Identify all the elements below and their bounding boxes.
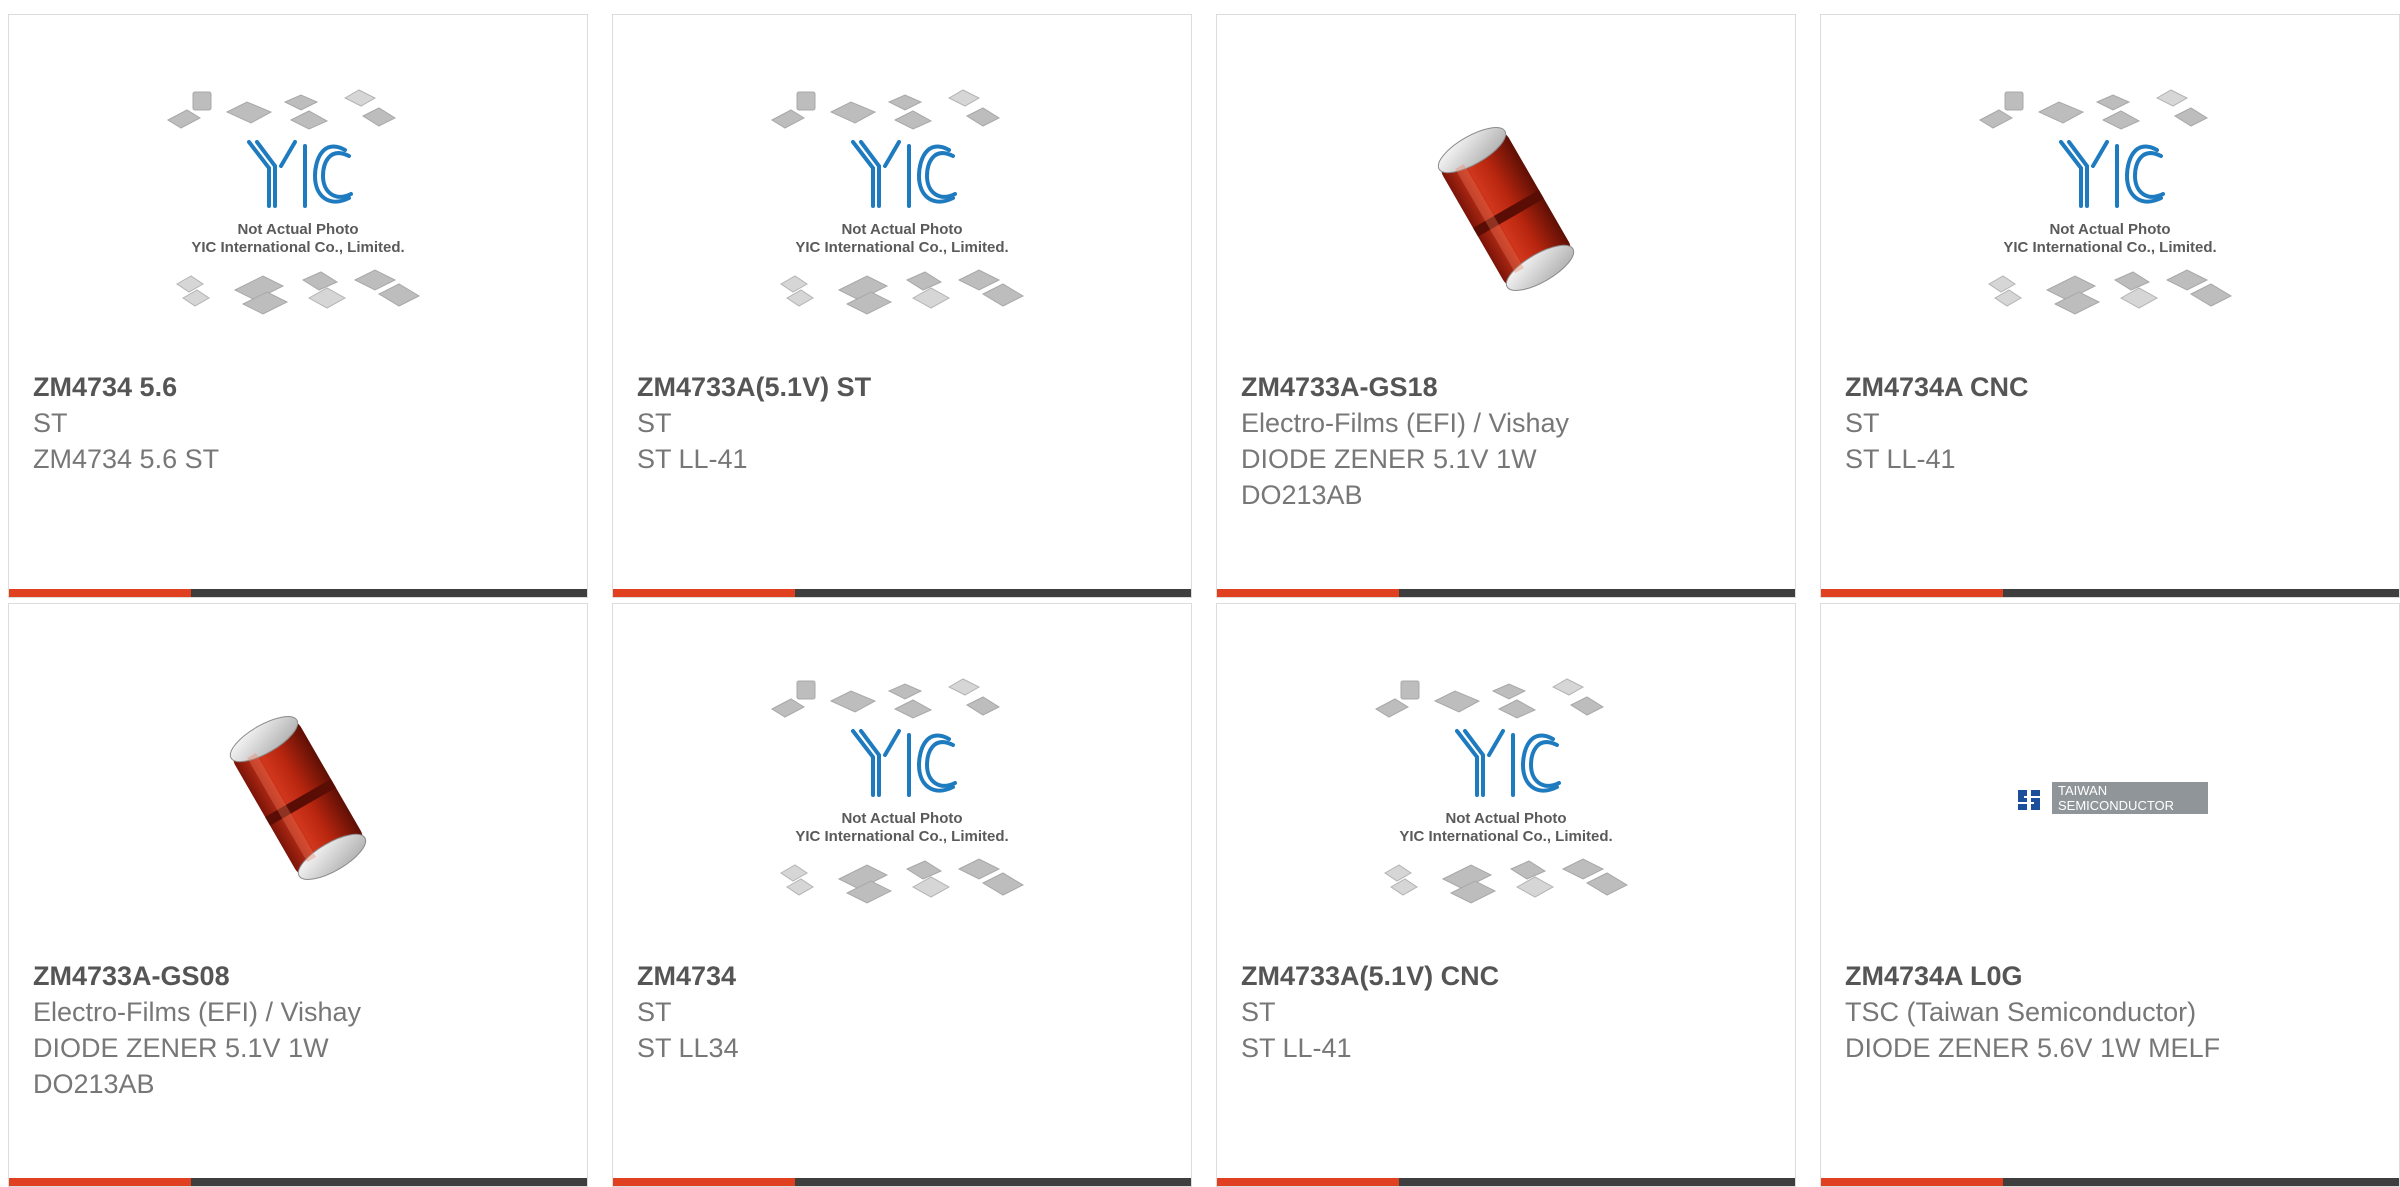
yic-logo: [2059, 140, 2165, 208]
product-card[interactable]: ZM4733A-GS08 Electro-Films (EFI) / Visha…: [8, 603, 588, 1187]
chip-cluster-icon: [780, 858, 1025, 904]
product-info: ZM4733A-GS08 Electro-Films (EFI) / Visha…: [33, 958, 563, 1102]
yic-logo: [1455, 729, 1561, 797]
product-manufacturer: ST: [637, 997, 672, 1027]
product-info: ZM4734A L0G TSC (Taiwan Semiconductor) D…: [1845, 958, 2375, 1066]
yic-logo: [851, 140, 957, 208]
placeholder-caption: Not Actual Photo: [1445, 810, 1566, 827]
placeholder-caption: Not Actual Photo: [2049, 221, 2170, 238]
product-manufacturer: Electro-Films (EFI) / Vishay: [1241, 408, 1570, 438]
product-title[interactable]: ZM4734A CNC: [1845, 369, 2375, 405]
placeholder-caption: Not Actual Photo: [841, 810, 962, 827]
product-description: ST LL-41: [1241, 1033, 1352, 1063]
product-manufacturer: ST: [637, 408, 672, 438]
card-accent-bar: [9, 1178, 587, 1186]
product-info: ZM4734 ST ST LL34: [637, 958, 1167, 1066]
product-title[interactable]: ZM4733A(5.1V) ST: [637, 369, 1167, 405]
not-actual-photo-placeholder: Not Actual Photo YIC International Co., …: [1978, 89, 2233, 315]
product-title[interactable]: ZM4734 5.6: [33, 369, 563, 405]
melf-diode-photo: [229, 716, 367, 880]
product-title[interactable]: ZM4733A-GS08: [33, 958, 563, 994]
product-info: ZM4733A(5.1V) CNC ST ST LL-41: [1241, 958, 1771, 1066]
not-actual-photo-placeholder: Not Actual Photo YIC International Co., …: [770, 678, 1025, 904]
placeholder-caption: Not Actual Photo: [237, 221, 358, 238]
chip-cluster-icon: [770, 89, 1001, 130]
tsc-emblem-icon: [2012, 782, 2048, 814]
placeholder-company: YIC International Co., Limited.: [191, 239, 404, 256]
taiwan-semiconductor-logo: TAIWAN SEMICONDUCTOR: [2010, 780, 2210, 816]
product-description: DIODE ZENER 5.6V 1W MELF: [1845, 1033, 2221, 1063]
product-image-brand-logo[interactable]: TAIWAN SEMICONDUCTOR: [1821, 640, 2399, 956]
chip-cluster-icon: [1978, 89, 2209, 130]
product-description: DIODE ZENER 5.1V 1W: [1241, 444, 1537, 474]
yic-logo: [851, 729, 957, 797]
card-accent-bar: [1821, 1178, 2399, 1186]
card-accent-bar: [1217, 1178, 1795, 1186]
product-card[interactable]: Not Actual Photo YIC International Co., …: [1820, 14, 2400, 598]
tsc-logo-line2: SEMICONDUCTOR: [2058, 798, 2174, 813]
chip-cluster-icon: [770, 678, 1001, 719]
tsc-logo-line1: TAIWAN: [2058, 783, 2107, 798]
placeholder-caption: Not Actual Photo: [841, 221, 962, 238]
placeholder-company: YIC International Co., Limited.: [2003, 239, 2216, 256]
product-manufacturer: Electro-Films (EFI) / Vishay: [33, 997, 362, 1027]
product-package: DO213AB: [1241, 480, 1363, 510]
product-card[interactable]: Not Actual Photo YIC International Co., …: [612, 603, 1192, 1187]
yic-logo: [247, 140, 353, 208]
chip-cluster-icon: [1374, 678, 1605, 719]
product-image-diode[interactable]: [1217, 51, 1795, 367]
product-grid: Not Actual Photo YIC International Co., …: [0, 0, 2400, 1187]
product-description: ST LL-41: [637, 444, 748, 474]
chip-cluster-icon: [1988, 269, 2233, 315]
product-info: ZM4733A(5.1V) ST ST ST LL-41: [637, 369, 1167, 477]
product-manufacturer: ST: [33, 408, 68, 438]
product-manufacturer: ST: [1845, 408, 1880, 438]
product-description: ZM4734 5.6 ST: [33, 444, 220, 474]
product-title[interactable]: ZM4733A-GS18: [1241, 369, 1771, 405]
card-accent-bar: [1217, 589, 1795, 597]
product-description: ST LL-41: [1845, 444, 1956, 474]
product-image-placeholder[interactable]: Not Actual Photo YIC International Co., …: [1821, 51, 2399, 367]
product-image-placeholder[interactable]: Not Actual Photo YIC International Co., …: [9, 51, 587, 367]
product-title[interactable]: ZM4734A L0G: [1845, 958, 2375, 994]
chip-cluster-icon: [780, 269, 1025, 315]
product-package: DO213AB: [33, 1069, 155, 1099]
product-card[interactable]: Not Actual Photo YIC International Co., …: [8, 14, 588, 598]
melf-diode-photo: [1437, 127, 1575, 291]
product-info: ZM4733A-GS18 Electro-Films (EFI) / Visha…: [1241, 369, 1771, 513]
chip-cluster-icon: [166, 89, 397, 130]
product-manufacturer: TSC (Taiwan Semiconductor): [1845, 997, 2197, 1027]
product-card[interactable]: ZM4733A-GS18 Electro-Films (EFI) / Visha…: [1216, 14, 1796, 598]
chip-cluster-icon: [1384, 858, 1629, 904]
placeholder-company: YIC International Co., Limited.: [1399, 828, 1612, 845]
card-accent-bar: [613, 1178, 1191, 1186]
placeholder-company: YIC International Co., Limited.: [795, 239, 1008, 256]
product-title[interactable]: ZM4734: [637, 958, 1167, 994]
product-card[interactable]: TAIWAN SEMICONDUCTOR ZM4734A L0G TSC (Ta…: [1820, 603, 2400, 1187]
placeholder-company: YIC International Co., Limited.: [795, 828, 1008, 845]
product-image-diode[interactable]: [9, 640, 587, 956]
product-info: ZM4734 5.6 ST ZM4734 5.6 ST: [33, 369, 563, 477]
chip-cluster-icon: [176, 269, 421, 315]
product-image-placeholder[interactable]: Not Actual Photo YIC International Co., …: [1217, 640, 1795, 956]
not-actual-photo-placeholder: Not Actual Photo YIC International Co., …: [1374, 678, 1629, 904]
product-description: DIODE ZENER 5.1V 1W: [33, 1033, 329, 1063]
product-image-placeholder[interactable]: Not Actual Photo YIC International Co., …: [613, 51, 1191, 367]
product-manufacturer: ST: [1241, 997, 1276, 1027]
product-card[interactable]: Not Actual Photo YIC International Co., …: [612, 14, 1192, 598]
product-title[interactable]: ZM4733A(5.1V) CNC: [1241, 958, 1771, 994]
card-accent-bar: [9, 589, 587, 597]
card-accent-bar: [1821, 589, 2399, 597]
not-actual-photo-placeholder: Not Actual Photo YIC International Co., …: [166, 89, 421, 315]
card-accent-bar: [613, 589, 1191, 597]
product-info: ZM4734A CNC ST ST LL-41: [1845, 369, 2375, 477]
product-description: ST LL34: [637, 1033, 739, 1063]
product-image-placeholder[interactable]: Not Actual Photo YIC International Co., …: [613, 640, 1191, 956]
product-card[interactable]: Not Actual Photo YIC International Co., …: [1216, 603, 1796, 1187]
not-actual-photo-placeholder: Not Actual Photo YIC International Co., …: [770, 89, 1025, 315]
